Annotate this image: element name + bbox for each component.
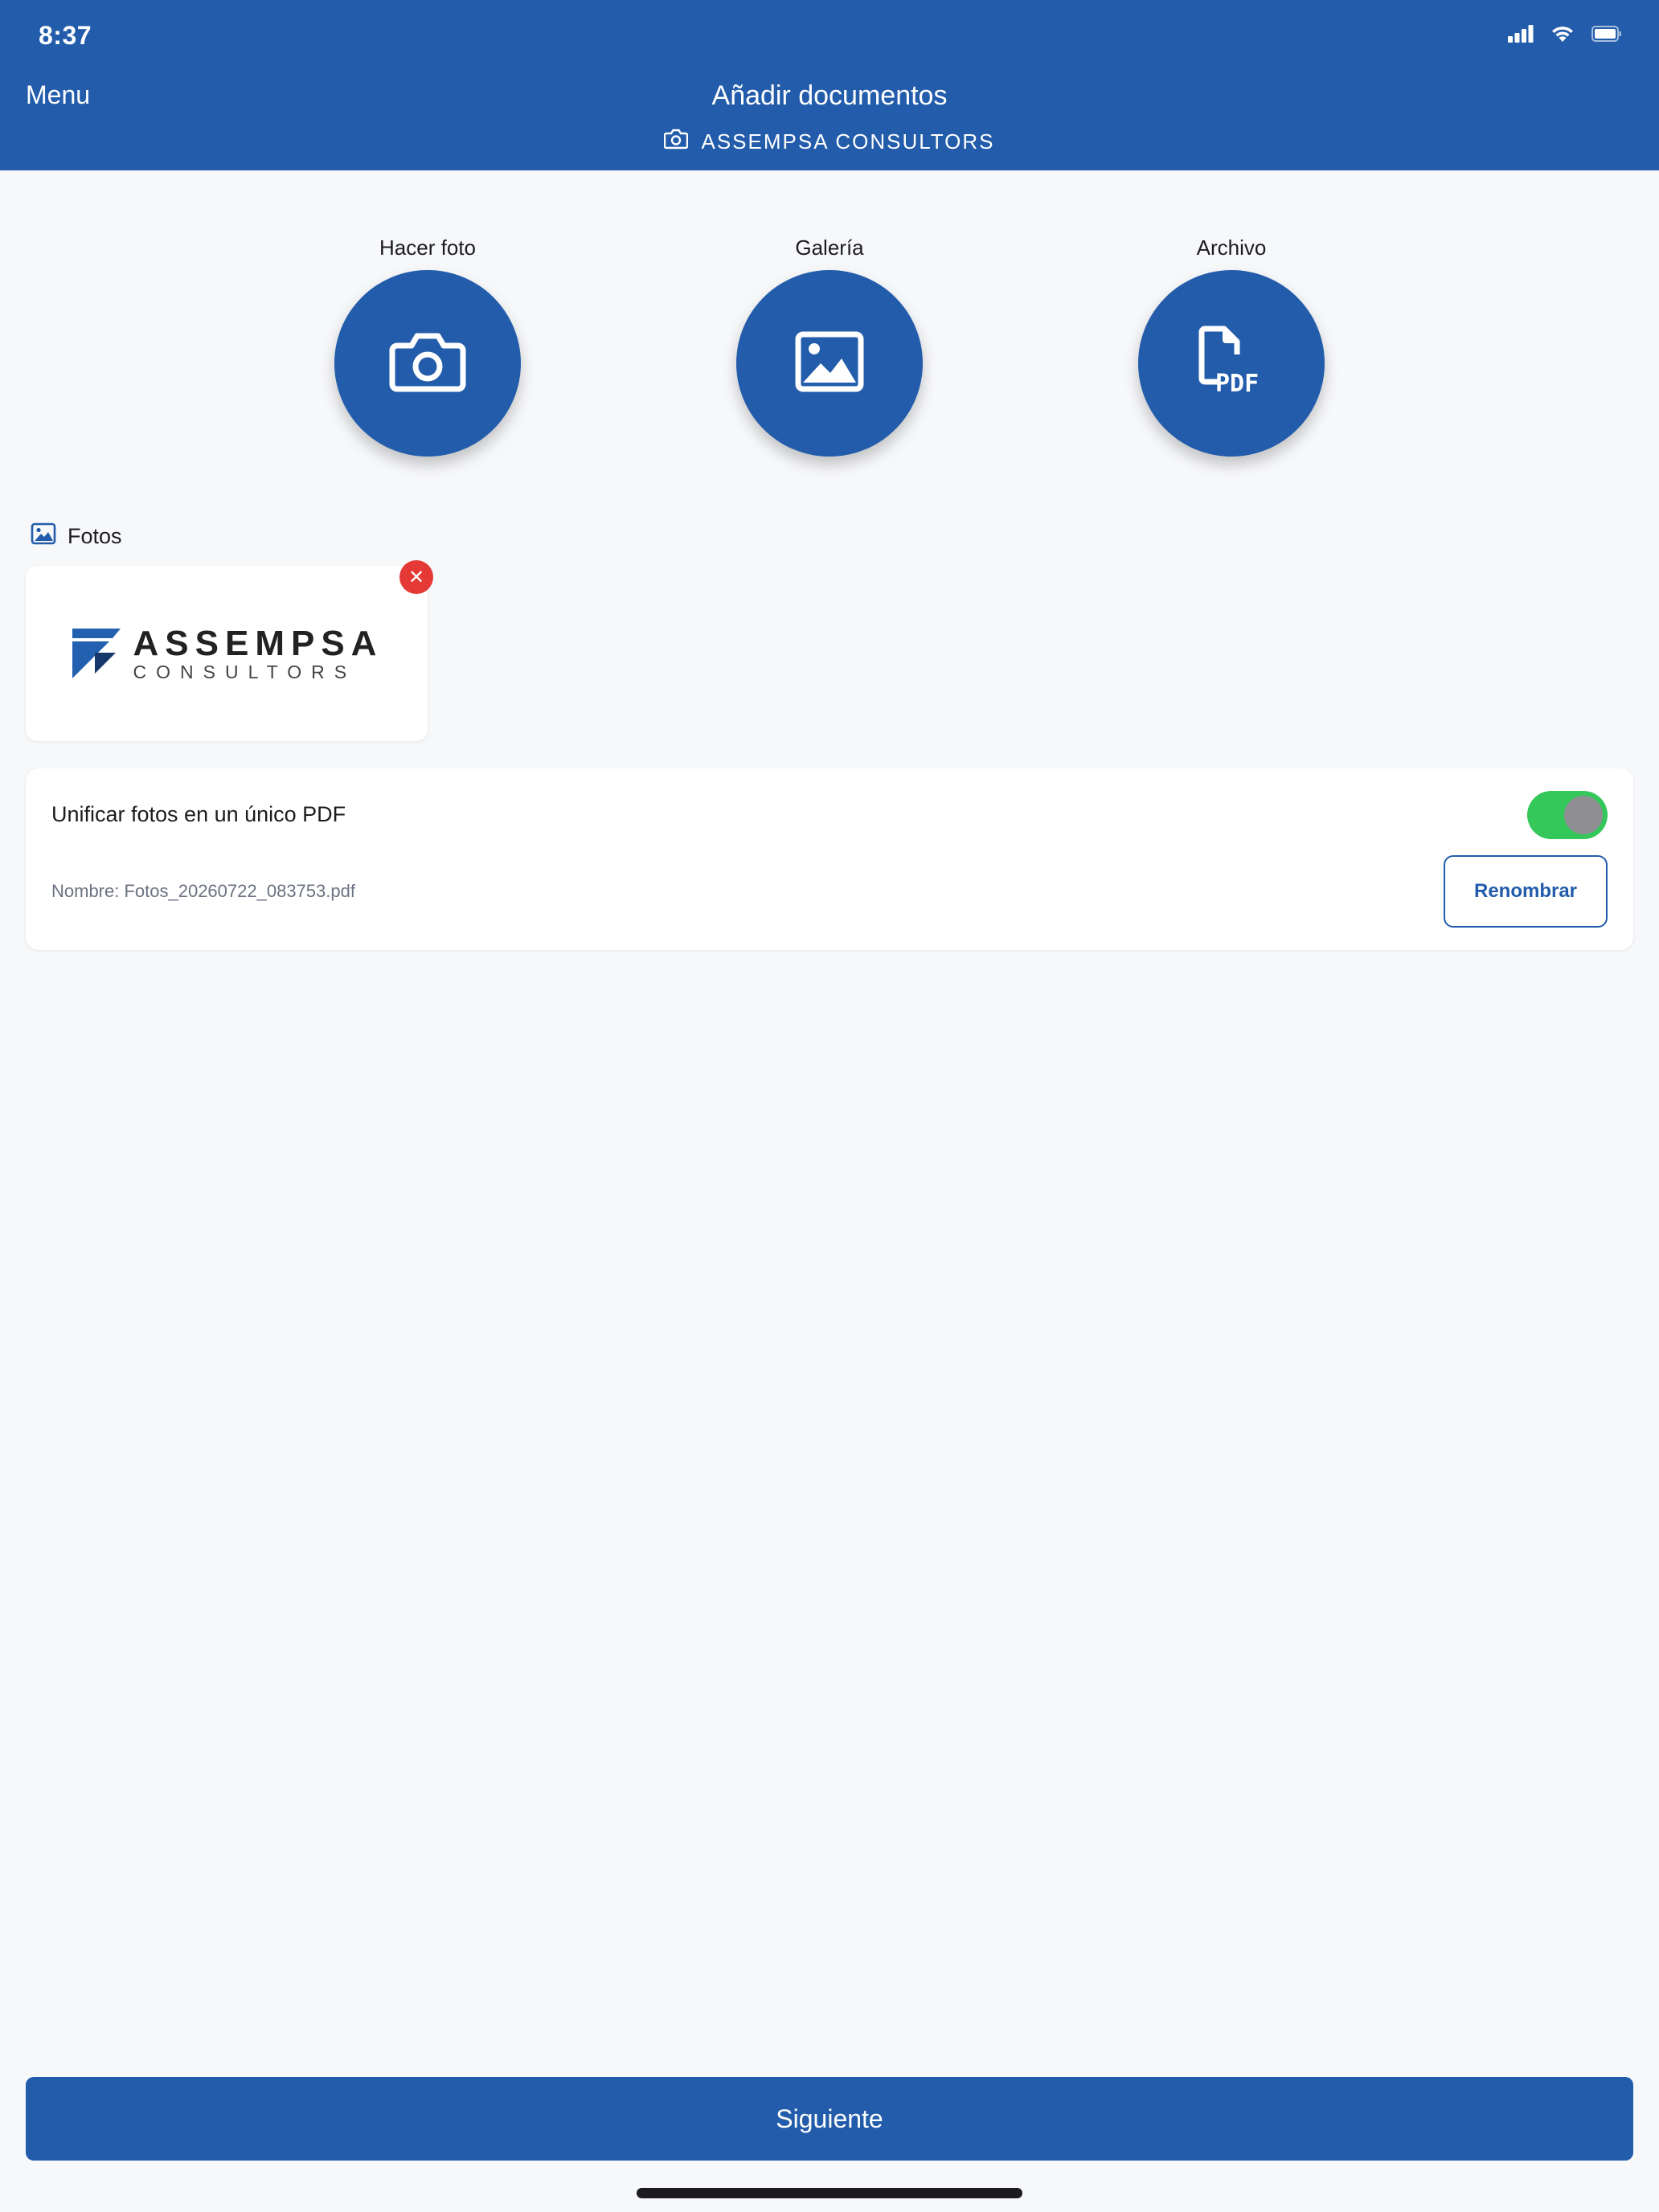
remove-photo-button[interactable]: ✕ — [399, 560, 433, 594]
header-subtitle: ASSEMPSA CONSULTORS — [0, 129, 1659, 155]
gallery-label: Galería — [795, 236, 864, 260]
status-time: 8:37 — [39, 21, 92, 50]
image-icon — [795, 331, 864, 396]
battery-icon — [1591, 26, 1622, 46]
svg-text:PDF: PDF — [1215, 370, 1259, 398]
gallery-button[interactable] — [736, 270, 923, 457]
unify-toggle[interactable] — [1527, 791, 1608, 839]
file-button[interactable]: PDF — [1138, 270, 1325, 457]
unify-label: Unificar fotos en un único PDF — [51, 802, 346, 826]
take-photo-button[interactable] — [334, 270, 521, 457]
toggle-knob — [1564, 796, 1603, 834]
file-label: Archivo — [1196, 236, 1267, 260]
file-action[interactable]: Archivo PDF — [1111, 233, 1352, 457]
pdf-file-name: Nombre: Fotos_20260722_083753.pdf — [51, 881, 355, 901]
close-icon: ✕ — [408, 566, 425, 588]
photos-heading-label: Fotos — [68, 524, 122, 548]
take-photo-action[interactable]: Hacer foto — [307, 233, 548, 457]
company-logo: ASSEMPSA CONSULTORS — [71, 623, 383, 682]
camera-icon — [389, 330, 466, 398]
logo-mark-icon — [72, 629, 121, 678]
cellular-signal-icon — [1508, 25, 1534, 47]
pdf-file-icon: PDF — [1195, 326, 1268, 402]
wifi-icon — [1550, 24, 1575, 47]
photo-thumbnail[interactable]: ASSEMPSA CONSULTORS — [26, 566, 428, 741]
page-title: Añadir documentos — [711, 80, 948, 111]
camera-icon — [664, 129, 689, 155]
image-icon — [31, 522, 56, 551]
take-photo-label: Hacer foto — [379, 236, 476, 260]
unify-card: Unificar fotos en un único PDF Nombre: F… — [26, 768, 1633, 950]
app-header: 8:37 Menu Añadir documentos ASSEMPSA CON… — [0, 0, 1659, 170]
company-name: ASSEMPSA CONSULTORS — [701, 129, 995, 154]
next-button[interactable]: Siguiente — [26, 2077, 1633, 2161]
photos-heading: Fotos — [31, 522, 122, 551]
home-indicator — [637, 2188, 1022, 2198]
logo-sub: CONSULTORS — [133, 661, 357, 682]
rename-button[interactable]: Renombrar — [1444, 855, 1608, 928]
logo-name: ASSEMPSA — [133, 623, 383, 663]
gallery-action[interactable]: Galería — [709, 233, 950, 457]
status-icons — [1508, 24, 1622, 47]
